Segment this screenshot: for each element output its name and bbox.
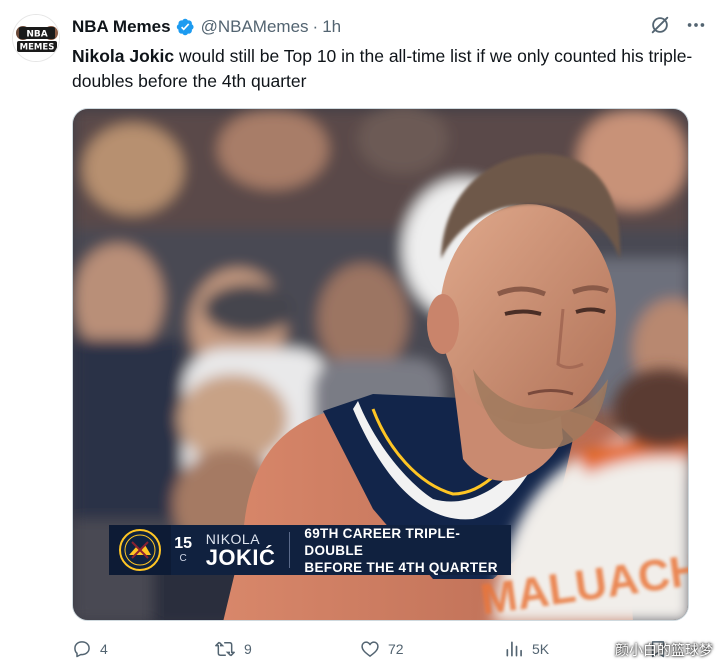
broadcast-lower-third: 15 C NIKOLA JOKIĆ 69TH CAREER TRIPLE-DOU…	[109, 525, 511, 575]
mentioned-player: Nikola Jokic	[72, 46, 175, 66]
tweet[interactable]: NBA MEMES NBA Memes @NBAMemes · 1h Nikol…	[0, 0, 719, 670]
tweet-header: NBA Memes @NBAMemes · 1h	[72, 16, 707, 38]
views-count: 5K	[532, 641, 550, 657]
views-icon	[504, 639, 524, 659]
player-last-name: JOKIĆ	[205, 544, 276, 570]
watermark-text: 颜小白的篮球梦	[615, 643, 713, 659]
reply-icon	[72, 639, 92, 659]
player-position: C	[179, 553, 187, 564]
like-count: 72	[388, 641, 404, 657]
retweet-button[interactable]: 9	[214, 639, 252, 659]
more-icon[interactable]	[685, 14, 707, 36]
header-actions	[649, 14, 707, 36]
like-button[interactable]: 72	[360, 639, 404, 659]
retweet-count: 9	[244, 641, 252, 657]
stat-line-2: BEFORE THE 4TH QUARTER	[304, 559, 498, 575]
avatar-text-bottom: MEMES	[20, 43, 55, 53]
reply-button[interactable]: 4	[72, 639, 108, 659]
author-handle[interactable]: @NBAMemes	[201, 17, 309, 37]
like-icon	[360, 639, 380, 659]
tweet-timestamp[interactable]: 1h	[322, 17, 341, 37]
tweet-text: Nikola Jokic would still be Top 10 in th…	[72, 44, 708, 94]
stat-line-1: 69TH CAREER TRIPLE-DOUBLE	[304, 525, 461, 558]
player-number: 15	[174, 535, 193, 552]
avatar-image: NBA MEMES	[13, 15, 59, 61]
lower-third-divider	[289, 532, 291, 568]
verified-badge-icon[interactable]	[175, 17, 195, 37]
separator-dot: ·	[312, 17, 319, 36]
retweet-icon	[214, 639, 236, 659]
avatar-text-top: NBA	[26, 30, 47, 40]
grok-icon[interactable]	[649, 14, 671, 36]
tweet-media-image[interactable]: MALUACH 15 C NIKOLA JOKIĆ 69TH CAREER TR…	[72, 108, 689, 621]
player-number-block: 15 C	[171, 535, 196, 565]
display-name[interactable]: NBA Memes	[72, 17, 171, 37]
avatar[interactable]: NBA MEMES	[12, 14, 60, 62]
nuggets-logo-icon	[109, 525, 171, 575]
lower-third-stat: 69TH CAREER TRIPLE-DOUBLE BEFORE THE 4TH…	[304, 525, 511, 576]
views-button[interactable]: 5K	[504, 639, 549, 659]
player-name-block: NIKOLA JOKIĆ	[205, 531, 276, 570]
reply-count: 4	[100, 641, 108, 657]
